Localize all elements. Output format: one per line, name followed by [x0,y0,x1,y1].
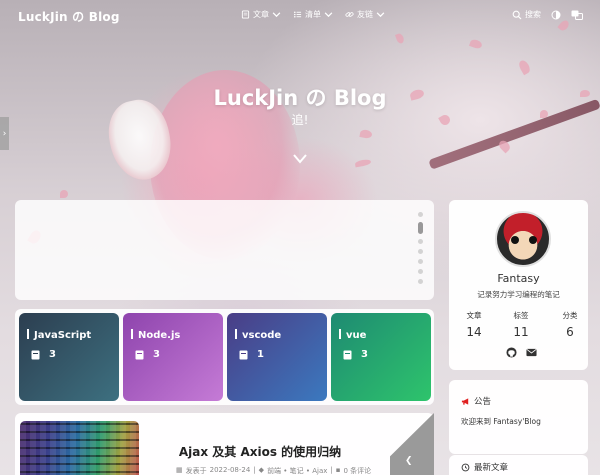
slider-dot[interactable] [418,249,423,254]
archive-icon [343,350,352,359]
slider-dot[interactable] [418,279,423,284]
category-card-vscode[interactable]: vscode 1 [227,313,327,401]
search-icon [512,10,522,19]
divider: | [330,466,333,474]
main-menu: 文章 清单 友链 [241,9,385,20]
chevron-down-icon [376,12,385,18]
stat-value: 11 [513,325,529,339]
slider-dot[interactable] [418,269,423,274]
search-label: 搜索 [525,10,541,19]
post-title[interactable]: Ajax 及其 Axios 的使用归纳 [140,443,380,460]
slider-dot[interactable] [418,239,423,244]
category-name: vue [339,329,366,341]
post-thumbnail[interactable] [20,421,139,475]
stat-label: 标签 [513,311,529,320]
stat-label: 文章 [466,311,482,320]
top-navbar: LuckJin の Blog 文章 清单 友链 搜索 [0,0,600,32]
category-count-value: 1 [257,349,264,360]
archive-icon [239,350,248,359]
slider-dot[interactable] [418,259,423,264]
link-icon [345,12,354,17]
category-card-javascript[interactable]: JavaScript 3 [19,313,119,401]
petal [517,58,532,76]
archive-icon [31,350,40,359]
search-button[interactable]: 搜索 [512,9,541,20]
slider-dot[interactable] [418,212,423,217]
scroll-down-icon[interactable] [292,152,308,166]
recent-heading: 最新文章 [474,463,509,473]
menu-item-lists[interactable]: 清单 [293,9,333,20]
category-name: Node.js [131,329,180,341]
post-meta-published: 发表于 [185,467,207,475]
comment-icon: ▪ [335,466,341,474]
site-subtitle: 追! [291,113,309,127]
slider-pagination [418,212,424,284]
category-count-value: 3 [361,349,368,360]
megaphone-icon [461,397,469,405]
category-card-nodejs[interactable]: Node.js 3 [123,313,223,401]
chevron-down-icon [272,12,281,18]
post-meta: ▦ 发表于 2022-08-24 | ◆ 前端 • 笔记 • Ajax | ▪ … [176,466,371,475]
site-brand[interactable]: LuckJin の Blog [18,8,120,25]
announcement-heading-row: 公告 [461,395,491,407]
book-icon [241,10,250,19]
author-description: 记录努力学习编程的笔记 [477,290,560,299]
petal [354,158,372,168]
category-name: JavaScript [27,329,91,341]
slider-dot-active[interactable] [418,222,423,234]
theme-toggle-icon[interactable] [551,10,561,20]
category-count-value: 3 [153,349,160,360]
sidebar-toggle-button[interactable]: › [0,117,9,150]
divider: | [253,466,256,474]
stat-tags[interactable]: 标签 11 [501,310,541,339]
menu-item-label: 友链 [357,10,373,19]
list-icon [293,11,302,18]
email-icon[interactable] [526,347,537,358]
recent-heading-row: 最新文章 [461,461,508,473]
stat-categories[interactable]: 分类 6 [550,310,590,339]
menu-item-label: 清单 [305,10,321,19]
category-count: 3 [31,349,56,360]
category-count-value: 3 [49,349,56,360]
avatar-eye [529,236,537,244]
menu-item-friends[interactable]: 友链 [345,9,385,20]
stat-value: 14 [466,325,482,339]
post-meta-comments[interactable]: 0 条评论 [344,466,372,475]
petal [395,32,405,45]
announcement-heading: 公告 [474,397,492,407]
chevron-right-icon: › [2,128,7,139]
navbar-tools: 搜索 [512,9,583,20]
category-name: vscode [235,329,281,341]
github-icon[interactable] [506,347,517,358]
translate-icon[interactable] [571,10,583,20]
stat-articles[interactable]: 文章 14 [454,310,494,339]
category-count: 1 [239,349,264,360]
post-slider[interactable] [15,200,434,300]
category-card-vue[interactable]: vue 3 [331,313,431,401]
chevron-left-icon: ❮ [405,456,413,466]
petal [468,38,484,50]
category-count: 3 [343,349,368,360]
menu-item-label: 文章 [253,10,269,19]
menu-item-articles[interactable]: 文章 [241,9,281,20]
stat-label: 分类 [562,311,578,320]
petal [359,129,373,139]
tag-icon: ◆ [258,466,265,474]
announcement-text: 欢迎来到 Fantasy'Blog [461,417,541,426]
site-title: LuckJin の Blog [213,86,387,110]
archive-icon [135,350,144,359]
author-name: Fantasy [497,272,540,285]
history-icon [461,463,470,471]
chevron-down-icon [324,12,333,18]
stat-value: 6 [566,325,574,339]
avatar-eye [511,236,519,244]
post-meta-date: 2022-08-24 [209,466,251,474]
petal [60,190,68,198]
avatar[interactable] [495,211,551,267]
post-meta-tags[interactable]: 前端 • 笔记 • Ajax [267,466,327,475]
category-count: 3 [135,349,160,360]
calendar-icon: ▦ [176,466,183,474]
